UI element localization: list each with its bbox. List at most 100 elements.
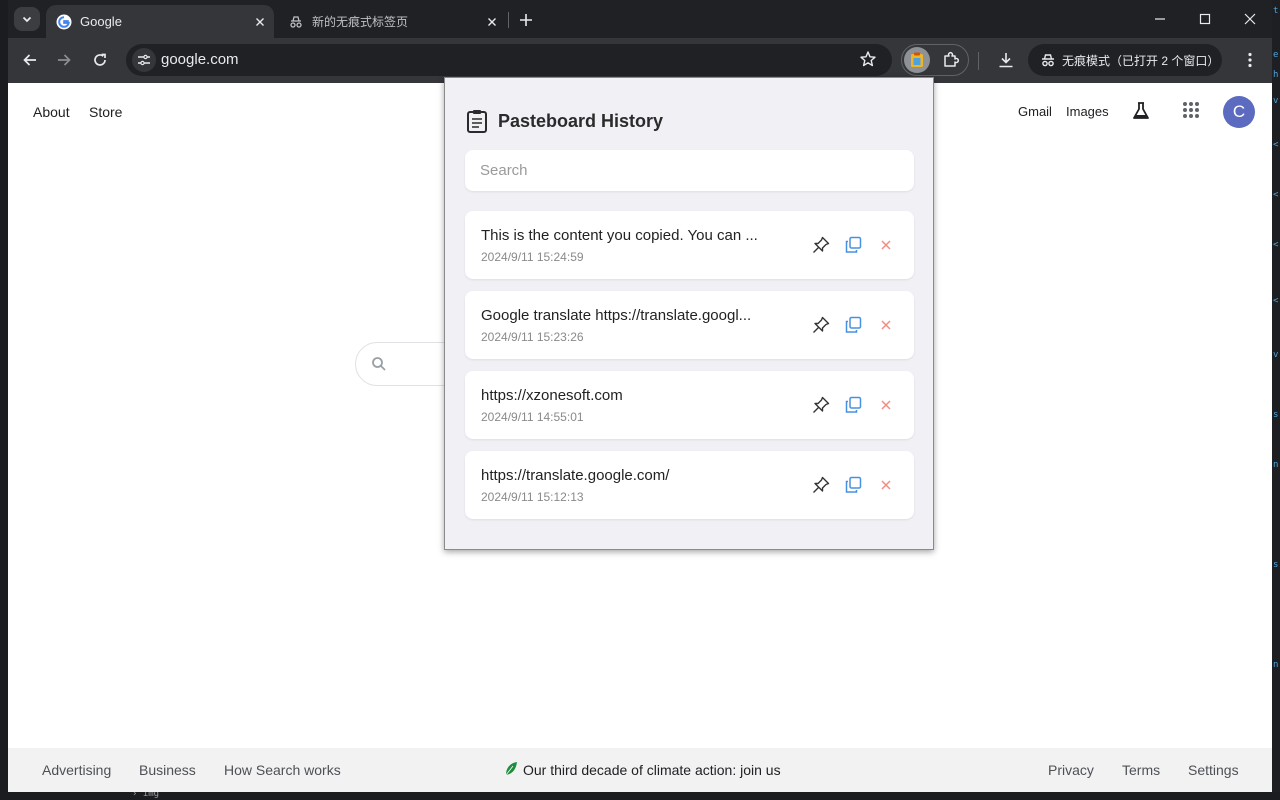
delete-button[interactable] [876,395,896,415]
business-link[interactable]: Business [139,762,196,778]
minimize-icon [1155,18,1165,20]
clipboard-color-icon [911,52,923,67]
plus-icon [520,14,532,26]
leaf-icon [504,761,518,777]
popup-title: Pasteboard History [498,110,664,131]
delete-button[interactable] [876,475,896,495]
close-icon [256,17,264,26]
copy-icon [845,396,862,413]
maximize-icon [1199,13,1211,25]
star-icon [860,51,876,67]
toolbar-separator [978,52,979,70]
pasteboard-extension-button[interactable] [904,47,930,73]
pin-icon [813,316,830,333]
history-item[interactable]: Google translate https://translate.googl… [465,291,914,359]
pin-button[interactable] [811,395,831,415]
terms-link[interactable]: Terms [1122,762,1160,778]
history-item-time: 2024/9/11 15:12:13 [481,490,584,504]
history-item-content: https://xzonesoft.com [481,387,623,404]
pin-button[interactable] [811,315,831,335]
minimize-button[interactable] [1145,6,1175,32]
how-search-works-link[interactable]: How Search works [224,762,341,778]
pasteboard-history-popup: Pasteboard History This is the content y… [444,77,934,550]
history-item-time: 2024/9/11 15:23:26 [481,330,584,344]
copy-button[interactable] [843,395,863,415]
download-icon [999,53,1013,68]
maximize-button[interactable] [1190,6,1220,32]
extensions-group [901,44,969,76]
pin-button[interactable] [811,235,831,255]
close-icon [1244,13,1256,25]
downloads-button[interactable] [992,46,1020,74]
history-item[interactable]: This is the content you copied. You can … [465,211,914,279]
pin-icon [813,476,830,493]
forward-button[interactable] [50,46,78,74]
copy-icon [845,476,862,493]
address-url: google.com [161,51,239,68]
arrow-left-icon [23,54,36,66]
search-icon [372,357,386,371]
tab-incognito-new[interactable]: 新的无痕式标签页 [278,5,506,38]
more-vertical-icon [1248,52,1252,68]
store-link[interactable]: Store [89,104,122,120]
browser-menu-button[interactable] [1236,46,1264,74]
privacy-link[interactable]: Privacy [1048,762,1094,778]
tune-icon [138,54,150,66]
background-editor-left [0,0,8,800]
arrow-right-icon [58,54,71,66]
account-avatar[interactable]: C [1223,96,1255,128]
back-button[interactable] [16,46,44,74]
copy-icon [845,316,862,333]
history-search-input[interactable] [465,150,914,191]
close-window-button[interactable] [1235,6,1265,32]
gmail-link[interactable]: Gmail [1018,104,1052,119]
site-info-button[interactable] [132,48,156,72]
delete-button[interactable] [876,235,896,255]
tab-separator [508,12,509,28]
address-bar[interactable]: google.com [126,44,892,76]
about-link[interactable]: About [33,104,70,120]
bookmark-star-button[interactable] [859,50,877,68]
history-item-content: This is the content you copied. You can … [481,227,758,244]
close-icon [881,320,891,330]
climate-action-link[interactable]: Our third decade of climate action: join… [523,762,781,778]
history-item-time: 2024/9/11 15:24:59 [481,250,584,264]
tab-strip: Google 新的无痕式标签页 [8,0,1272,38]
popup-header: Pasteboard History [466,109,663,133]
labs-button[interactable] [1131,101,1151,121]
incognito-indicator[interactable]: 无痕模式（已打开 2 个窗口） [1028,44,1222,76]
copy-button[interactable] [843,235,863,255]
tab-search-button[interactable] [14,7,40,31]
history-item[interactable]: https://xzonesoft.com 2024/9/11 14:55:01 [465,371,914,439]
copy-icon [845,236,862,253]
tab-title: 新的无痕式标签页 [312,15,409,29]
history-item-time: 2024/9/11 14:55:01 [481,410,584,424]
advertising-link[interactable]: Advertising [42,762,111,778]
reload-button[interactable] [86,46,114,74]
incognito-icon [1042,54,1054,67]
apps-grid-icon [1183,102,1199,118]
google-apps-button[interactable] [1182,101,1200,119]
copy-button[interactable] [843,315,863,335]
pin-icon [813,236,830,253]
google-favicon-icon [56,14,72,29]
close-icon [881,480,891,490]
close-icon [881,240,891,250]
pin-button[interactable] [811,475,831,495]
tab-close-button[interactable] [250,12,270,32]
history-item-content: Google translate https://translate.googl… [481,307,752,324]
clipboard-icon [467,110,487,133]
copy-button[interactable] [843,475,863,495]
flask-icon [1133,102,1149,119]
delete-button[interactable] [876,315,896,335]
tab-close-button[interactable] [482,12,502,32]
puzzle-icon [944,51,960,67]
images-link[interactable]: Images [1066,104,1109,119]
settings-link[interactable]: Settings [1188,762,1239,778]
history-item[interactable]: https://translate.google.com/ 2024/9/11 … [465,451,914,519]
close-icon [881,400,891,410]
chevron-down-icon [22,16,32,23]
tab-google[interactable]: Google [46,5,274,38]
new-tab-button[interactable] [514,9,538,31]
extensions-menu-button[interactable] [938,48,964,72]
